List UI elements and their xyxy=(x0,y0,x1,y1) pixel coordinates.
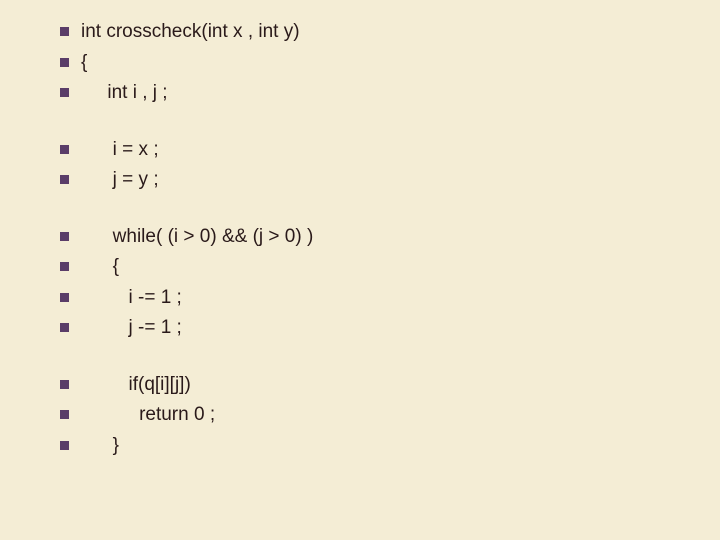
bullet-icon xyxy=(60,441,69,450)
code-text: j = y ; xyxy=(81,166,159,195)
bullet-icon xyxy=(60,175,69,184)
bullet-icon xyxy=(60,293,69,302)
code-line: { xyxy=(60,49,690,78)
bullet-icon xyxy=(60,58,69,67)
code-line: int crosscheck(int x , int y) xyxy=(60,18,690,47)
blank-line xyxy=(60,110,690,136)
code-line: { xyxy=(60,253,690,282)
bullet-icon xyxy=(60,262,69,271)
code-text: { xyxy=(81,253,119,282)
blank-line xyxy=(60,197,690,223)
code-line: return 0 ; xyxy=(60,401,690,430)
code-line: j = y ; xyxy=(60,166,690,195)
code-line: } xyxy=(60,432,690,461)
code-text: while( (i > 0) && (j > 0) ) xyxy=(81,223,313,252)
bullet-icon xyxy=(60,323,69,332)
bullet-icon xyxy=(60,88,69,97)
blank-line xyxy=(60,345,690,371)
bullet-icon xyxy=(60,27,69,36)
bullet-icon xyxy=(60,410,69,419)
bullet-icon xyxy=(60,145,69,154)
code-line: while( (i > 0) && (j > 0) ) xyxy=(60,223,690,252)
code-line: int i , j ; xyxy=(60,79,690,108)
bullet-icon xyxy=(60,232,69,241)
code-line: i -= 1 ; xyxy=(60,284,690,313)
code-line: if(q[i][j]) xyxy=(60,371,690,400)
code-text: i = x ; xyxy=(81,136,159,165)
code-text: return 0 ; xyxy=(81,401,215,430)
code-text: } xyxy=(81,432,119,461)
code-text: j -= 1 ; xyxy=(81,314,182,343)
code-text: i -= 1 ; xyxy=(81,284,182,313)
code-text: if(q[i][j]) xyxy=(81,371,191,400)
code-text: int i , j ; xyxy=(81,79,168,108)
slide-content: int crosscheck(int x , int y) { int i , … xyxy=(0,0,720,492)
code-line: j -= 1 ; xyxy=(60,314,690,343)
code-text: { xyxy=(81,49,87,78)
code-line: i = x ; xyxy=(60,136,690,165)
code-text: int crosscheck(int x , int y) xyxy=(81,18,300,47)
bullet-icon xyxy=(60,380,69,389)
